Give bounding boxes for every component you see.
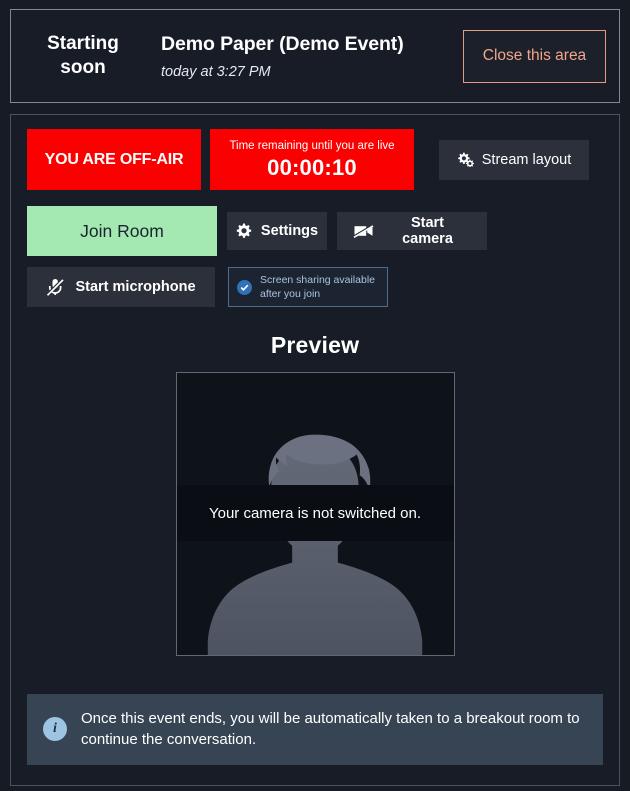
microphone-label: Start microphone <box>75 279 196 295</box>
countdown-banner: Time remaining until you are live 00:00:… <box>210 129 414 190</box>
start-camera-button[interactable]: Start camera <box>337 212 487 250</box>
controls-row-primary: Join Room Settings Start camera <box>27 206 603 256</box>
camera-off-icon <box>353 223 375 239</box>
camera-label: Start camera <box>402 215 453 247</box>
event-header-panel: Starting soon Demo Paper (Demo Event) to… <box>10 9 620 103</box>
event-info-block: Demo Paper (Demo Event) today at 3:27 PM <box>139 33 463 80</box>
screen-sharing-note: Screen sharing available after you join <box>228 267 388 307</box>
close-this-area-button[interactable]: Close this area <box>463 29 606 83</box>
controls-row-secondary: Start microphone Screen sharing availabl… <box>27 267 603 307</box>
check-circle-icon <box>237 279 252 295</box>
app-root: Starting soon Demo Paper (Demo Event) to… <box>0 0 630 791</box>
countdown-label: Time remaining until you are live <box>229 139 395 152</box>
stream-layout-button[interactable]: Stream layout <box>439 139 589 180</box>
join-room-button[interactable]: Join Room <box>27 206 217 256</box>
preview-heading: Preview <box>270 332 360 358</box>
status-row: YOU ARE OFF-AIR Time remaining until you… <box>27 129 603 190</box>
broadcast-controls-panel: YOU ARE OFF-AIR Time remaining until you… <box>10 114 620 786</box>
cogs-icon <box>457 152 474 167</box>
settings-button[interactable]: Settings <box>227 212 327 250</box>
settings-label: Settings <box>260 223 319 239</box>
off-air-banner: YOU ARE OFF-AIR <box>27 129 201 190</box>
screen-sharing-line-1: Screen sharing available <box>260 273 375 286</box>
camera-preview-frame: Your camera is not switched on. <box>175 372 455 656</box>
countdown-value: 00:00:10 <box>267 155 357 181</box>
gear-icon <box>236 223 252 239</box>
screen-sharing-line-2: after you join <box>260 288 321 300</box>
stream-layout-label: Stream layout <box>481 151 572 168</box>
microphone-off-icon <box>46 278 66 296</box>
page-title: Demo Paper (Demo Event) <box>161 32 404 55</box>
camera-off-message: Your camera is not switched on. <box>176 485 454 541</box>
breakout-room-info-banner: i Once this event ends, you will be auto… <box>27 693 603 765</box>
start-microphone-button[interactable]: Start microphone <box>27 267 215 307</box>
info-icon: i <box>43 717 67 742</box>
info-message: Once this event ends, you will be automa… <box>81 709 580 749</box>
screen-sharing-text: Screen sharing available after you join <box>260 273 375 301</box>
event-status-label: Starting soon <box>47 33 119 78</box>
event-time: today at 3:27 PM <box>161 63 271 80</box>
